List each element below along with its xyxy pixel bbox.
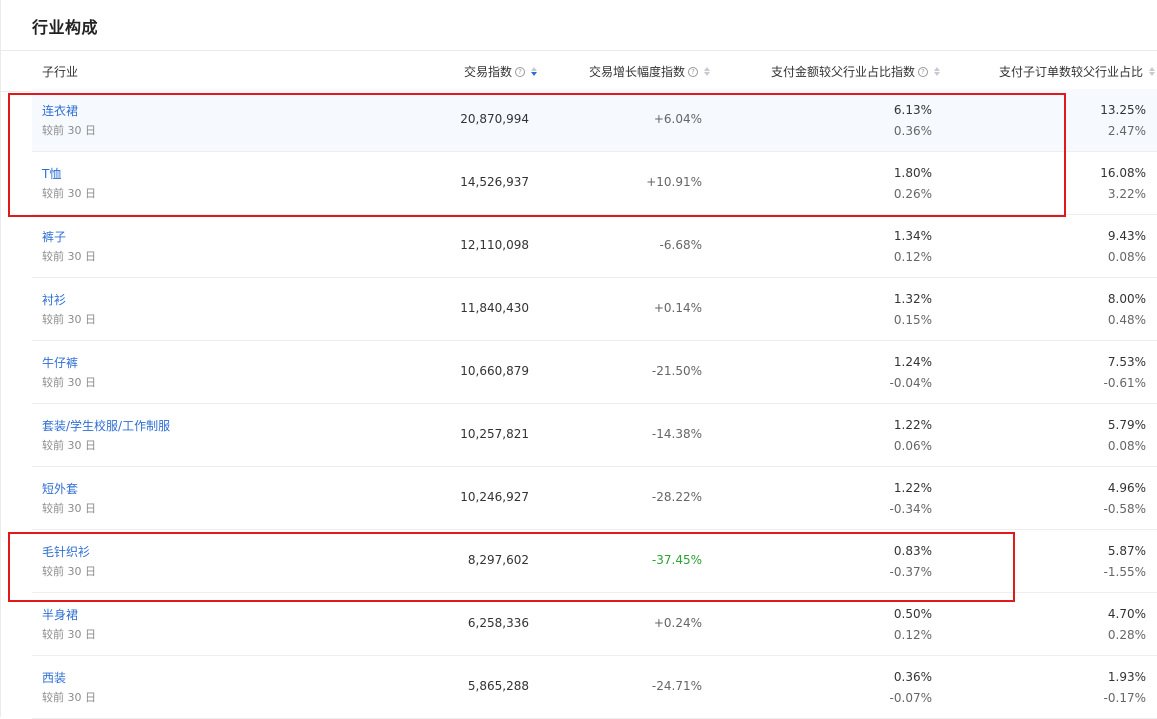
pay-share-value: 1.34% (893, 229, 932, 243)
growth-index-value: -24.71% (651, 679, 702, 693)
header-sub-industry: 子行业 (42, 63, 78, 80)
order-share-value: 16.08% (1100, 166, 1146, 180)
order-share-change: 0.28% (1107, 628, 1146, 642)
trade-index-value: 5,865,288 (467, 679, 529, 693)
pay-share-value: 1.24% (893, 355, 932, 369)
order-share-change: 0.08% (1107, 250, 1146, 264)
order-share-value: 4.96% (1107, 481, 1146, 495)
order-share-value: 8.00% (1107, 292, 1146, 306)
growth-index-value: -14.38% (651, 427, 702, 441)
growth-index-value: -28.22% (651, 490, 702, 504)
header-trade-index[interactable]: 交易指数 ? (464, 63, 538, 80)
order-share-change: 0.08% (1107, 439, 1146, 453)
sub-industry-link[interactable]: 半身裙 (42, 606, 78, 623)
sort-icon[interactable] (704, 66, 711, 78)
order-share-change: -0.17% (1103, 691, 1146, 705)
pay-share-change: 0.12% (893, 628, 932, 642)
trade-index-value: 10,246,927 (460, 490, 529, 504)
trade-index-value: 11,840,430 (460, 301, 529, 315)
order-share-change: -0.58% (1103, 502, 1146, 516)
compare-label: 较前 30 日 (42, 313, 96, 326)
order-share-value: 5.79% (1107, 418, 1146, 432)
pay-share-change: 0.12% (893, 250, 932, 264)
order-share-value: 9.43% (1107, 229, 1146, 243)
header-growth-index[interactable]: 交易增长幅度指数 ? (589, 63, 711, 80)
pay-share-change: 0.06% (893, 439, 932, 453)
pay-share-value: 1.32% (893, 292, 932, 306)
header-growth-index-label: 交易增长幅度指数 (589, 65, 686, 79)
order-share-value: 7.53% (1107, 355, 1146, 369)
table-row[interactable]: 裤子 较前 30 日 12,110,098 -6.68% 1.34% 0.12%… (32, 215, 1157, 278)
sort-icon[interactable] (531, 66, 538, 78)
header-trade-index-label: 交易指数 (464, 65, 513, 79)
trade-index-value: 10,257,821 (460, 427, 529, 441)
help-icon[interactable]: ? (918, 66, 929, 77)
pay-share-change: -0.04% (889, 376, 932, 390)
pay-share-change: 0.15% (893, 313, 932, 327)
order-share-change: 0.48% (1107, 313, 1146, 327)
help-icon[interactable]: ? (688, 66, 699, 77)
growth-index-value: +0.24% (653, 616, 702, 630)
help-icon[interactable]: ? (515, 66, 526, 77)
order-share-value: 4.70% (1107, 607, 1146, 621)
table-row[interactable]: 短外套 较前 30 日 10,246,927 -28.22% 1.22% -0.… (32, 467, 1157, 530)
order-share-value: 13.25% (1100, 103, 1146, 117)
order-share-change: -1.55% (1103, 565, 1146, 579)
compare-label: 较前 30 日 (42, 502, 96, 515)
order-share-value: 5.87% (1107, 544, 1146, 558)
sub-industry-link[interactable]: 衬衫 (42, 291, 66, 308)
sub-industry-link[interactable]: 短外套 (42, 480, 78, 497)
sub-industry-link[interactable]: 西装 (42, 669, 66, 686)
trade-index-value: 6,258,336 (467, 616, 529, 630)
header-order-share[interactable]: 支付子订单数较父行业占比 (999, 63, 1156, 80)
annotation-box-top (8, 93, 1066, 217)
table-row[interactable]: 套装/学生校服/工作制服 较前 30 日 10,257,821 -14.38% … (32, 404, 1157, 467)
header-sub-industry-label: 子行业 (42, 65, 79, 79)
compare-label: 较前 30 日 (42, 628, 96, 641)
order-share-change: 2.47% (1107, 124, 1146, 138)
pay-share-value: 1.22% (893, 481, 932, 495)
compare-label: 较前 30 日 (42, 691, 96, 704)
sub-industry-link[interactable]: 牛仔裤 (42, 354, 78, 371)
pay-share-value: 1.22% (893, 418, 932, 432)
growth-index-value: -6.68% (659, 238, 702, 252)
annotation-box-knitwear (8, 532, 1015, 602)
pay-share-change: -0.34% (889, 502, 932, 516)
compare-label: 较前 30 日 (42, 439, 96, 452)
panel-title: 行业构成 (32, 18, 99, 37)
pay-share-value: 0.36% (893, 670, 932, 684)
growth-index-value: +0.14% (653, 301, 702, 315)
header-pay-share-label: 支付金额较父行业占比指数 (771, 65, 916, 79)
sub-industry-link[interactable]: 套装/学生校服/工作制服 (42, 417, 170, 434)
table-header: 子行业 交易指数 ? 交易增长幅度指数 ? 支付金额较父行业占比指数 ? 支付子… (1, 51, 1157, 92)
pay-share-value: 0.50% (893, 607, 932, 621)
sub-industry-link[interactable]: 裤子 (42, 228, 66, 245)
order-share-change: 3.22% (1107, 187, 1146, 201)
trade-index-value: 12,110,098 (460, 238, 529, 252)
table-row[interactable]: 半身裙 较前 30 日 6,258,336 +0.24% 0.50% 0.12%… (32, 593, 1157, 656)
order-share-value: 1.93% (1107, 670, 1146, 684)
sort-icon[interactable] (1149, 66, 1156, 78)
table-row[interactable]: 西装 较前 30 日 5,865,288 -24.71% 0.36% -0.07… (32, 656, 1157, 719)
table-row[interactable]: 牛仔裤 较前 30 日 10,660,879 -21.50% 1.24% -0.… (32, 341, 1157, 404)
industry-composition-panel: 行业构成 子行业 交易指数 ? 交易增长幅度指数 ? 支付金额较父行业占比指数 … (0, 0, 1157, 719)
pay-share-change: -0.07% (889, 691, 932, 705)
order-share-change: -0.61% (1103, 376, 1146, 390)
growth-index-value: -21.50% (651, 364, 702, 378)
compare-label: 较前 30 日 (42, 250, 96, 263)
compare-label: 较前 30 日 (42, 376, 96, 389)
header-order-share-label: 支付子订单数较父行业占比 (999, 65, 1144, 79)
sort-icon[interactable] (934, 66, 941, 78)
table-row[interactable]: 衬衫 较前 30 日 11,840,430 +0.14% 1.32% 0.15%… (32, 278, 1157, 341)
header-pay-share[interactable]: 支付金额较父行业占比指数 ? (771, 63, 941, 80)
trade-index-value: 10,660,879 (460, 364, 529, 378)
